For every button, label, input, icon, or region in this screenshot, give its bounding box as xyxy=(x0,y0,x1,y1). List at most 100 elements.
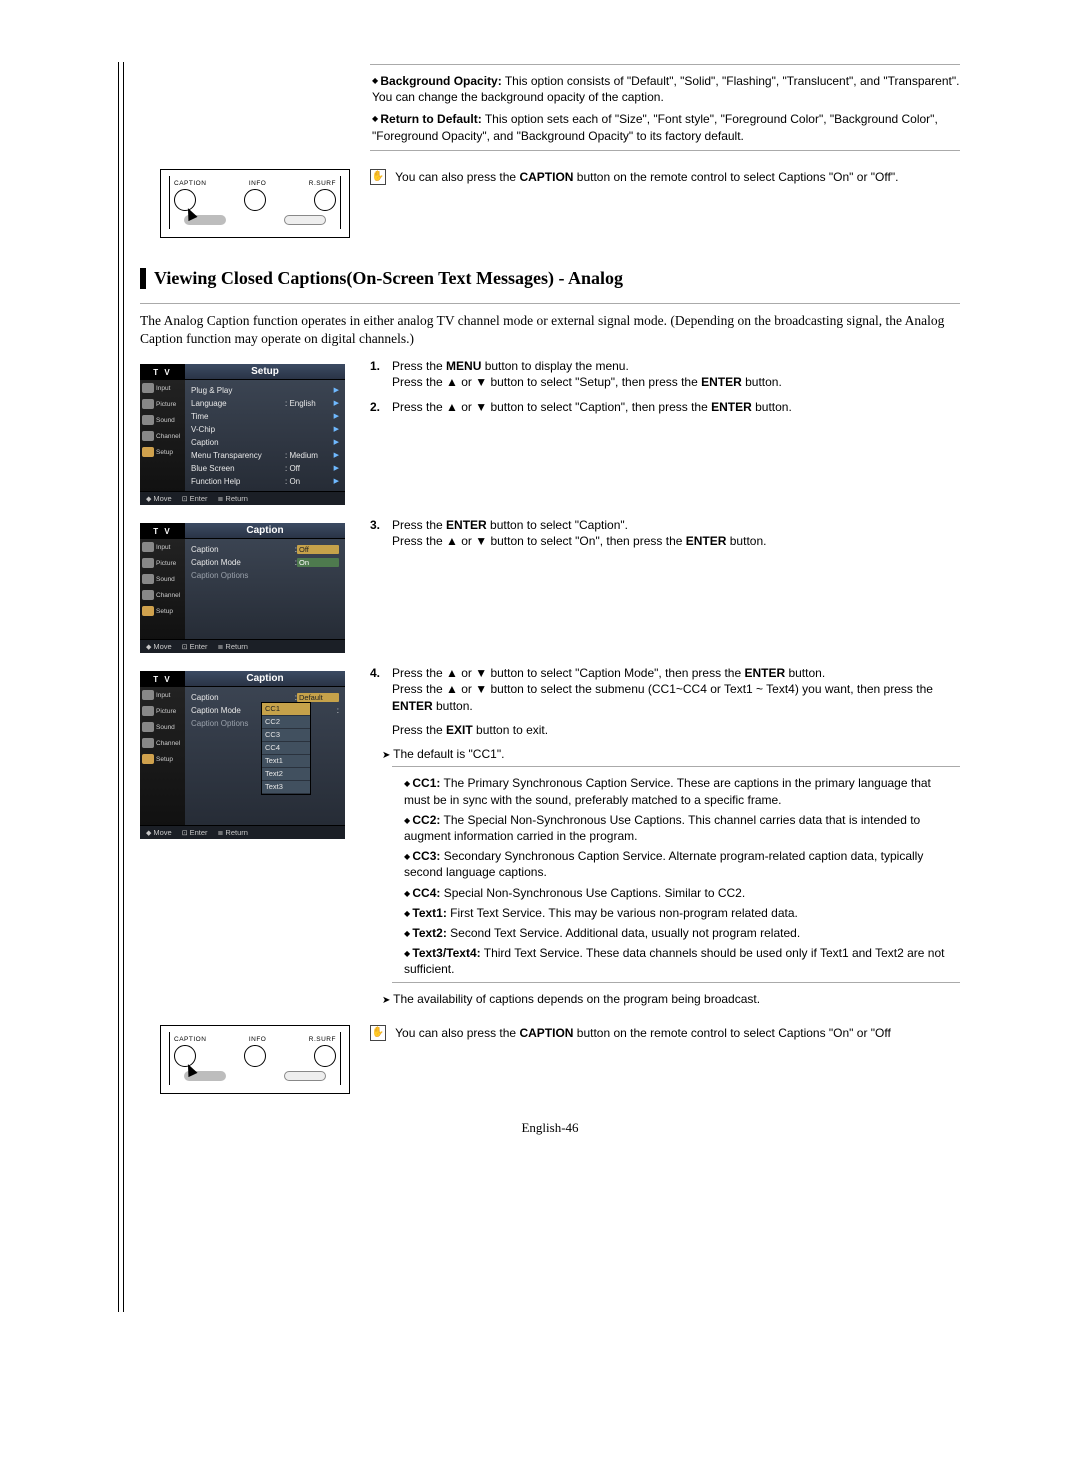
side-label: Picture xyxy=(156,401,176,408)
osd-foot-move: Move xyxy=(146,494,172,503)
menu-label: Function Help xyxy=(191,477,281,486)
sound-icon xyxy=(142,415,154,425)
cc-text: The Special Non-Synchronous Use Captions… xyxy=(404,813,920,843)
option-bg-opacity: Background Opacity: This option consists… xyxy=(370,73,960,105)
step-bold: ENTER xyxy=(701,375,742,389)
menu-label: Blue Screen xyxy=(191,464,281,473)
dropdown-item: CC3 xyxy=(262,729,310,742)
osd-tv-tag: T V xyxy=(140,671,185,687)
side-label: Setup xyxy=(156,449,173,456)
cc-description-list: CC1: The Primary Synchronous Caption Ser… xyxy=(404,775,960,977)
setup-icon xyxy=(142,606,154,616)
channel-icon xyxy=(142,431,154,441)
cc3-desc: CC3: Secondary Synchronous Caption Servi… xyxy=(404,848,960,880)
side-label: Sound xyxy=(156,724,175,731)
cc-label: Text2: xyxy=(412,926,446,940)
cc-text: Second Text Service. Additional data, us… xyxy=(447,926,800,940)
menu-label: V-Chip xyxy=(191,425,331,434)
osd-foot-enter: Enter xyxy=(182,642,208,651)
dropdown-item: CC2 xyxy=(262,716,310,729)
remote-btn-rsurf xyxy=(314,1045,336,1067)
osd-foot-move: Move xyxy=(146,828,172,837)
remote-btn-info xyxy=(244,1045,266,1067)
osd-sidebar: Input Picture Sound Channel Setup xyxy=(140,380,185,491)
step-bold: EXIT xyxy=(446,723,473,737)
osd-setup-menu: T V Setup Input Picture Sound Channel Se… xyxy=(140,364,345,505)
menu-value-selected: Off xyxy=(297,545,339,554)
channel-icon xyxy=(142,738,154,748)
setup-icon xyxy=(142,754,154,764)
step-bold: MENU xyxy=(446,359,481,373)
caption-remote-note: ✋ You can also press the CAPTION button … xyxy=(370,169,960,185)
sound-icon xyxy=(142,722,154,732)
channel-icon xyxy=(142,590,154,600)
osd-caption-mode: T V Caption Input Picture Sound Channel … xyxy=(140,671,345,839)
step-3: 3. Press the ENTER button to select "Cap… xyxy=(370,517,960,549)
osd-main: Caption:Default Caption Mode: Caption Op… xyxy=(185,687,345,825)
margin-stripe xyxy=(118,62,124,1312)
input-icon xyxy=(142,383,154,393)
remote-btn-rsurf-label: R.SURF xyxy=(309,180,336,187)
step-text: button. xyxy=(433,699,473,713)
side-label: Input xyxy=(156,692,170,699)
default-note: The default is "CC1". xyxy=(382,746,960,763)
cc-text: The Primary Synchronous Caption Service.… xyxy=(404,776,931,806)
osd-title: Caption xyxy=(185,671,345,687)
side-label: Picture xyxy=(156,560,176,567)
step-1: 1. Press the MENU button to display the … xyxy=(370,358,960,390)
remote-btn-info-label: INFO xyxy=(249,180,267,187)
remote-btn-caption-label: CAPTION xyxy=(174,1036,206,1043)
page-number: English-46 xyxy=(140,1120,960,1136)
menu-value: : English xyxy=(281,399,331,408)
side-label: Channel xyxy=(156,433,180,440)
remote-icon: ✋ xyxy=(370,169,386,185)
text34-desc: Text3/Text4: Third Text Service. These d… xyxy=(404,945,960,977)
step-text: Press the ▲ or ▼ button to select "On", … xyxy=(392,534,686,548)
picture-icon xyxy=(142,399,154,409)
step-text: Press the xyxy=(392,518,446,532)
note-bold: CAPTION xyxy=(519,1026,573,1040)
step-bold: ENTER xyxy=(744,666,785,680)
menu-label: Time xyxy=(191,412,331,421)
note-text: The default is "CC1". xyxy=(393,747,504,761)
osd-main: Plug & Play▶ Language: English▶ Time▶ V-… xyxy=(185,380,345,491)
menu-value: : Medium xyxy=(281,451,331,460)
remote-pill xyxy=(284,215,326,225)
cc-label: Text1: xyxy=(412,906,446,920)
step-text: Press the ▲ or ▼ button to select the su… xyxy=(392,682,933,696)
step-text: Press the ▲ or ▼ button to select "Capti… xyxy=(392,666,744,680)
cc-label: CC3: xyxy=(412,849,440,863)
step-text: Press the ▲ or ▼ button to select "Capti… xyxy=(392,400,711,414)
text1-desc: Text1: First Text Service. This may be v… xyxy=(404,905,960,921)
picture-icon xyxy=(142,558,154,568)
step-text: Press the xyxy=(392,359,446,373)
caption-mode-dropdown: CC1 CC2 CC3 CC4 Text1 Text2 Text3 xyxy=(261,702,311,795)
manual-page: Background Opacity: This option consists… xyxy=(0,0,1080,1176)
menu-label: Language xyxy=(191,399,281,408)
step-text: button to display the menu. xyxy=(481,359,628,373)
input-icon xyxy=(142,542,154,552)
cc-label: CC2: xyxy=(412,813,440,827)
option-label: Background Opacity: xyxy=(380,74,501,88)
menu-label: Caption xyxy=(191,693,295,702)
cc1-desc: CC1: The Primary Synchronous Caption Ser… xyxy=(404,775,960,807)
caption-remote-note-bottom: ✋ You can also press the CAPTION button … xyxy=(370,1025,960,1041)
step-text: Press the ▲ or ▼ button to select "Setup… xyxy=(392,375,701,389)
menu-label: Caption Mode xyxy=(191,558,295,567)
step-bold: ENTER xyxy=(392,699,433,713)
side-label: Sound xyxy=(156,576,175,583)
dropdown-item: Text1 xyxy=(262,755,310,768)
side-label: Picture xyxy=(156,708,176,715)
availability-note: The availability of captions depends on … xyxy=(382,991,960,1008)
picture-icon xyxy=(142,706,154,716)
text2-desc: Text2: Second Text Service. Additional d… xyxy=(404,925,960,941)
dropdown-item: Text3 xyxy=(262,781,310,794)
osd-title: Setup xyxy=(185,364,345,380)
intro-paragraph: The Analog Caption function operates in … xyxy=(140,312,960,348)
osd-foot-enter: Enter xyxy=(182,828,208,837)
step-text: button to exit. xyxy=(473,723,548,737)
cc-text: First Text Service. This may be various … xyxy=(447,906,798,920)
menu-value: On xyxy=(297,558,339,567)
input-icon xyxy=(142,690,154,700)
cc-label: CC4: xyxy=(412,886,440,900)
